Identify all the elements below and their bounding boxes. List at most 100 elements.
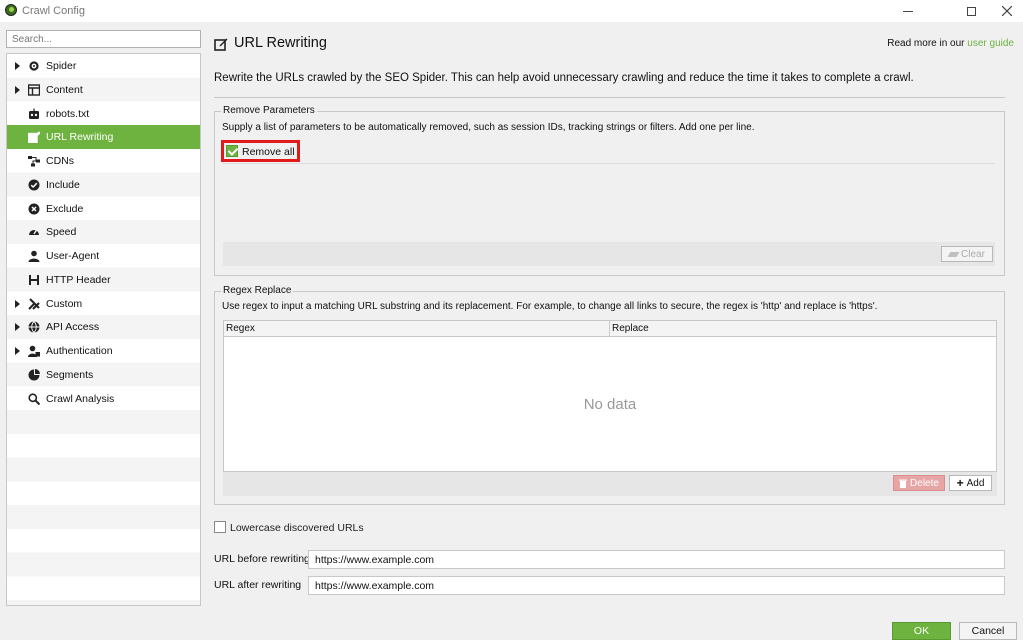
cancel-button[interactable]: Cancel [959,622,1017,640]
remove-parameters-title: Remove Parameters [221,105,317,116]
url-before-field[interactable] [308,550,1005,569]
sidebar-item-label: Speed [46,226,77,239]
page-title: URL Rewriting [234,35,327,51]
add-button[interactable]: + Add [949,475,992,491]
sidebar-item-label: CDNs [46,155,74,167]
sidebar-item-custom[interactable]: Custom [7,292,200,316]
sidebar-item-label: Include [46,178,80,191]
divider [214,97,1005,98]
minimize-button[interactable] [885,0,931,22]
lowercase-label[interactable]: Lowercase discovered URLs [230,522,364,534]
plus-icon: + [956,476,964,490]
parameters-textarea[interactable] [223,163,995,242]
trash-icon [899,479,908,488]
ok-button[interactable]: OK [892,622,951,640]
sidebar-item-include[interactable]: Include [7,173,200,197]
remove-all-label[interactable]: Remove all [242,146,295,158]
chevron-right-icon[interactable] [15,85,20,94]
pie-icon [28,368,40,381]
url-after-label: URL after rewriting [214,579,302,591]
sidebar-item-cdns[interactable]: CDNs [7,149,200,173]
sidebar-item-label: URL Rewriting [46,131,114,144]
gear-icon [28,60,40,72]
chevron-right-icon[interactable] [15,299,20,308]
regex-replace-title: Regex Replace [221,285,294,296]
add-label: Add [966,477,985,489]
close-button[interactable] [984,0,1023,22]
sidebar-item-label: Authentication [46,345,113,357]
sidebar-item-api-access[interactable]: API Access [7,315,200,339]
url-after-field[interactable] [308,576,1005,595]
robot-icon [28,108,40,120]
user-guide-text: Read more in our user guide [887,38,1014,49]
user-guide-link[interactable]: user guide [967,38,1014,49]
sidebar-item-label: User-Agent [46,250,100,262]
sidebar-item-exclude[interactable]: Exclude [7,197,200,221]
column-header-replace[interactable]: Replace [612,323,649,334]
regex-toolbar [223,472,997,496]
sidebar-item-content[interactable]: Content [7,78,200,102]
clear-button[interactable]: Clear [941,246,993,262]
sidebar-item-speed[interactable]: Speed [7,220,200,244]
parameters-toolbar [223,242,995,266]
sidebar-item-label: robots.txt [46,107,90,120]
sidebar-item-authentication[interactable]: Authentication [7,339,200,363]
sidebar-item-url-rewriting[interactable]: URL Rewriting [7,125,200,149]
x-circle-icon [28,203,40,215]
sidebar-item-user-agent[interactable]: User-Agent [7,244,200,268]
sidebar-item-label: Exclude [46,202,84,215]
sidebar-item-label: API Access [46,321,100,334]
sidebar-item-label: Custom [46,297,83,310]
network-icon [28,155,40,167]
sidebar-item-label: Segments [46,368,94,381]
sidebar-item-label: Content [46,83,83,96]
sidebar: Spider Content robots.txt URL Rewriting CDNs… [6,53,201,606]
remove-all-checkbox[interactable] [226,145,238,157]
clear-label: Clear [961,248,985,260]
maximize-icon [966,6,976,16]
user-icon [28,250,40,262]
app-logo-icon [5,4,17,16]
sidebar-item-http-header[interactable]: HTTP Header [7,268,200,292]
sidebar-item-label: Spider [46,60,77,72]
remove-parameters-description: Supply a list of parameters to be automa… [222,122,755,133]
user-lock-icon [28,345,40,357]
edit-icon [214,38,228,51]
remove-all-highlight: Remove all [221,140,300,162]
check-circle-icon [28,179,40,191]
globe-icon [28,321,40,334]
sidebar-item-label: HTTP Header [46,273,111,286]
sidebar-item-spider[interactable]: Spider [7,54,200,78]
h-icon [28,274,40,286]
window-title: Crawl Config [22,5,85,17]
regex-table[interactable]: Regex Replace No data [223,320,997,472]
table-header: Regex Replace [224,321,996,337]
sidebar-item-label: Crawl Analysis [46,392,115,405]
url-before-label: URL before rewriting [214,553,310,565]
title-bar: Crawl Config [0,0,1023,22]
sidebar-item-robots-txt[interactable]: robots.txt [7,102,200,126]
speedometer-icon [28,226,40,238]
sidebar-item-crawl-analysis[interactable]: Crawl Analysis [7,387,200,411]
chevron-right-icon[interactable] [15,62,20,70]
regex-replace-description: Use regex to input a matching URL substr… [222,301,878,312]
tools-icon [28,297,40,310]
lowercase-checkbox[interactable] [214,521,226,533]
minimize-icon [903,10,913,12]
guide-prefix: Read more in our [887,38,968,49]
delete-label: Delete [910,477,939,489]
layout-icon [27,84,41,96]
page-description: Rewrite the URLs crawled by the SEO Spid… [214,72,914,84]
chevron-right-icon[interactable] [15,347,20,355]
sidebar-item-segments[interactable]: Segments [7,363,200,387]
chevron-right-icon[interactable] [15,323,20,332]
search-input[interactable] [6,30,201,48]
delete-button[interactable]: Delete [893,475,945,491]
empty-state-text: No data [583,396,637,413]
eraser-icon [947,251,960,257]
search-icon [28,392,41,405]
column-divider[interactable] [609,321,610,337]
edit-icon [27,131,41,144]
close-icon [1002,6,1012,16]
column-header-regex[interactable]: Regex [226,323,255,334]
